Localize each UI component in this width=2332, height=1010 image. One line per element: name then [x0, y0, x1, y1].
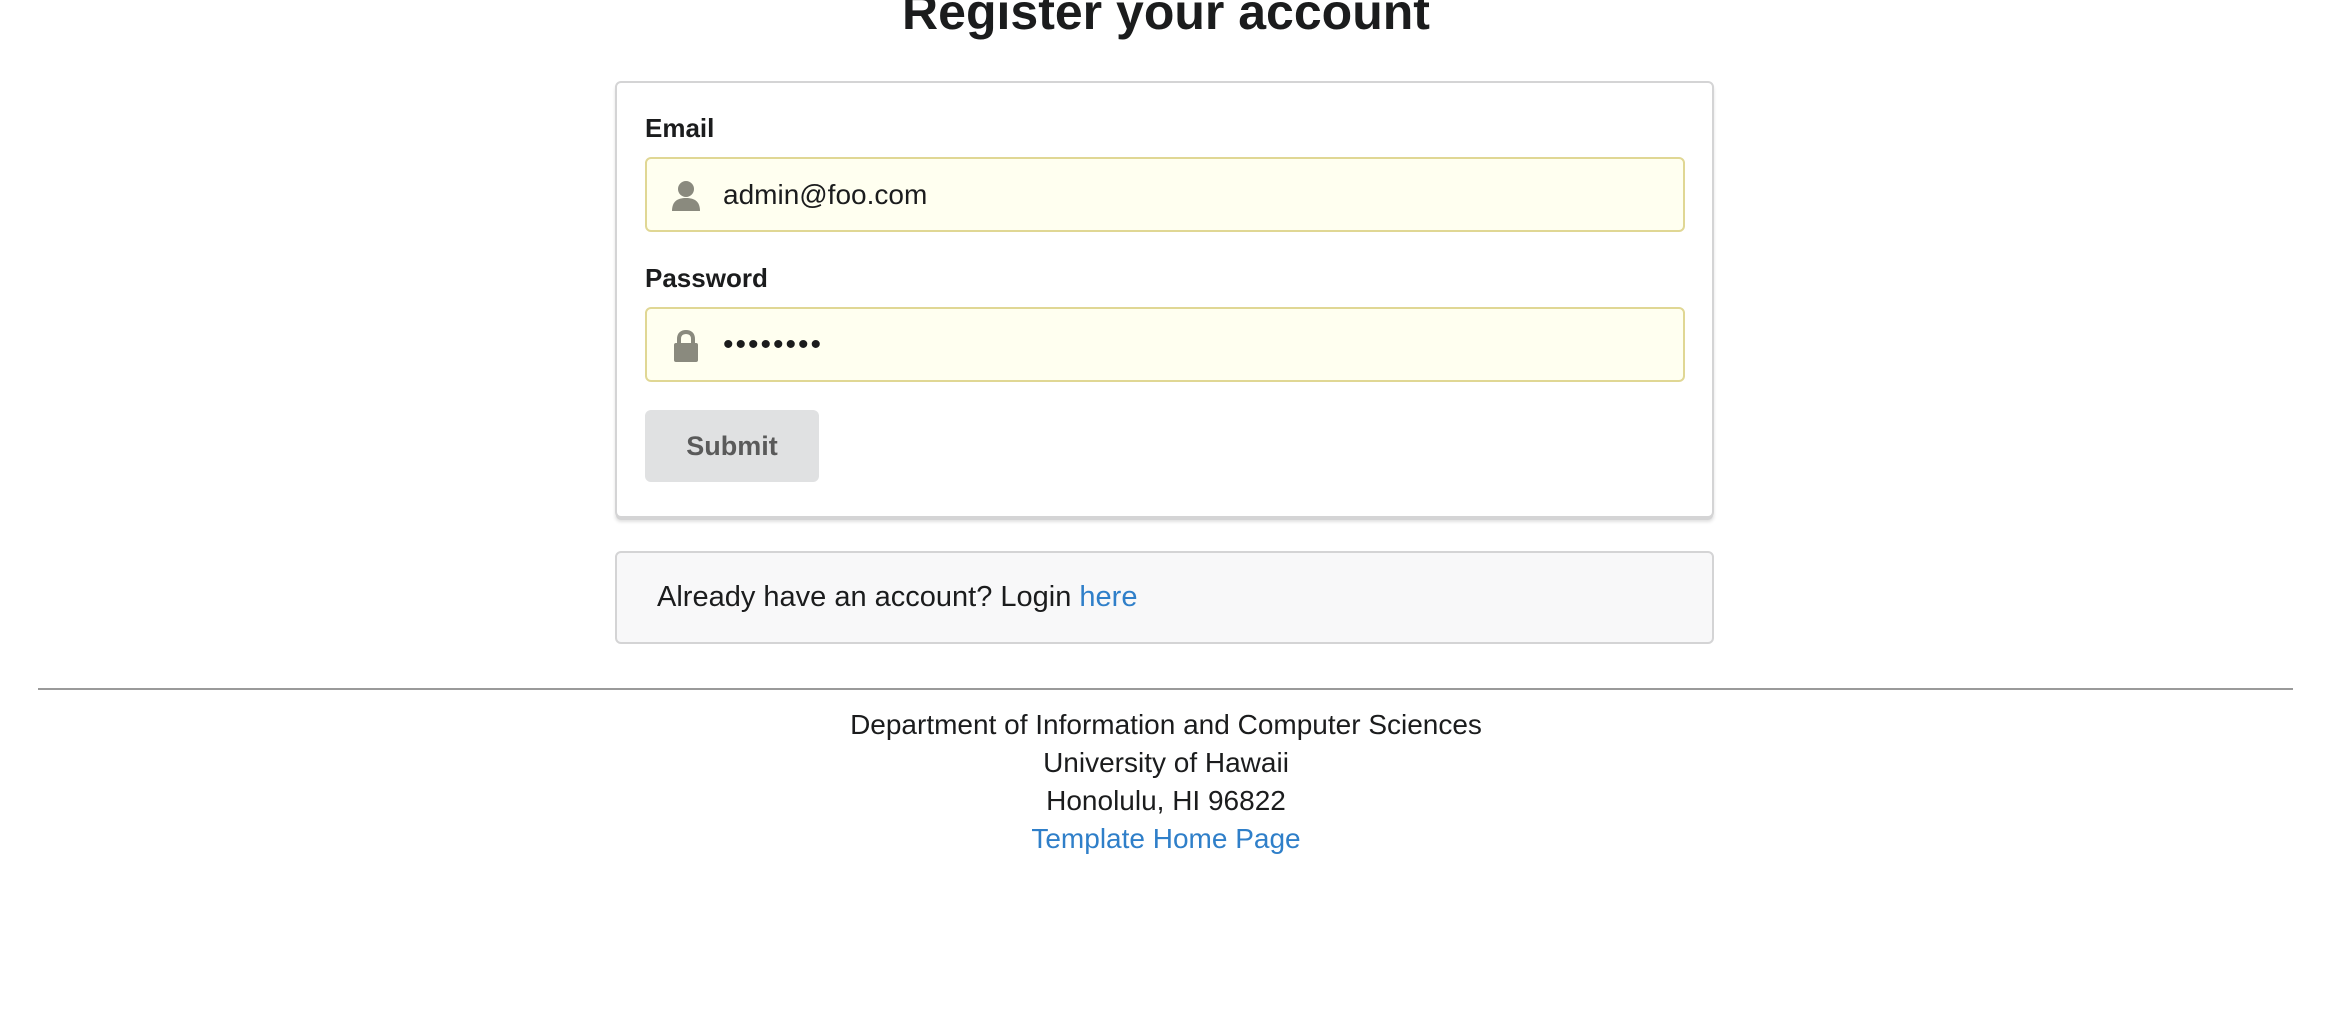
footer-department: Department of Information and Computer S…: [850, 709, 1482, 740]
footer: Department of Information and Computer S…: [0, 706, 2332, 858]
lock-icon: [674, 329, 698, 362]
password-input[interactable]: ••••••••: [723, 309, 1663, 380]
footer-divider: [38, 688, 2293, 690]
page-title: Register your account: [902, 0, 1430, 40]
login-link[interactable]: here: [1079, 581, 1137, 613]
user-icon: [672, 181, 700, 211]
email-field-wrapper[interactable]: [645, 157, 1685, 232]
login-prompt-text: Already have an account? Login: [657, 581, 1080, 613]
login-prompt: Already have an account? Login here: [657, 579, 1137, 615]
password-field-wrapper[interactable]: ••••••••: [645, 307, 1685, 382]
password-label: Password: [645, 263, 768, 293]
login-prompt-box: Already have an account? Login here: [615, 551, 1714, 644]
submit-button[interactable]: Submit: [645, 410, 819, 482]
template-home-link[interactable]: Template Home Page: [1031, 820, 1300, 858]
email-input[interactable]: [723, 159, 1663, 230]
footer-university: University of Hawaii: [1043, 747, 1289, 778]
register-form: Email Password •••••••• Submit: [615, 81, 1714, 518]
footer-address: Honolulu, HI 96822: [1046, 785, 1286, 816]
email-label: Email: [645, 113, 715, 143]
